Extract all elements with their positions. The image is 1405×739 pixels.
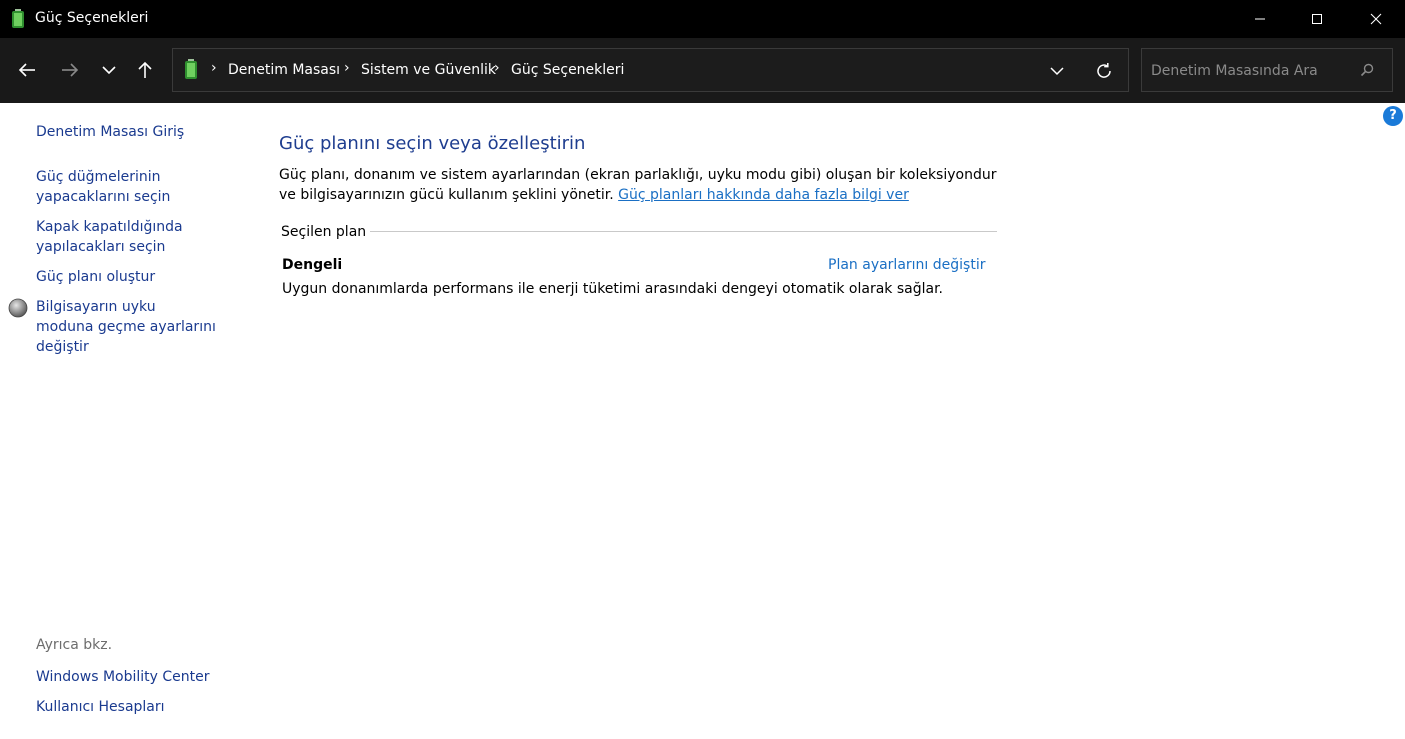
plan-description: Uygun donanımlarda performans ile enerji… [282, 281, 944, 297]
arrow-up-icon [138, 61, 152, 78]
breadcrumb-power-options[interactable]: Güç Seçenekleri [511, 62, 624, 78]
breadcrumb-system-security[interactable]: Sistem ve Güvenlik [361, 62, 496, 78]
search-icon[interactable] [1360, 62, 1374, 81]
moon-icon [8, 298, 28, 322]
minimize-button[interactable] [1237, 0, 1283, 38]
close-icon [1370, 13, 1382, 25]
chevron-down-icon [1050, 67, 1064, 76]
see-also-user-accounts[interactable]: Kullanıcı Hesapları [36, 697, 165, 717]
breadcrumb-separator: › [344, 60, 350, 76]
sidebar-task-power-buttons[interactable]: Güç düğmelerinin yapacaklarını seçin [36, 167, 196, 207]
section-divider [370, 231, 997, 232]
see-also-label: Ayrıca bkz. [36, 637, 113, 653]
address-bar[interactable]: › Denetim Masası › Sistem ve Güvenlik › … [172, 48, 1129, 92]
battery-icon [11, 9, 25, 33]
breadcrumb-separator: › [494, 60, 500, 76]
chevron-down-icon [102, 66, 116, 75]
control-panel-home-link[interactable]: Denetim Masası Giriş [36, 122, 184, 142]
help-icon[interactable]: ? [1383, 106, 1403, 126]
sidebar-task-create-plan[interactable]: Güç planı oluştur [36, 267, 155, 287]
arrow-left-icon [18, 63, 35, 77]
address-history-button[interactable] [1045, 59, 1069, 83]
search-input[interactable] [1151, 61, 1351, 81]
change-plan-settings-link[interactable]: Plan ayarlarını değiştir [828, 257, 985, 273]
learn-more-link[interactable]: Güç planları hakkında daha fazla bilgi v… [618, 187, 909, 203]
navigation-bar: › Denetim Masası › Sistem ve Güvenlik › … [0, 38, 1405, 103]
page-description: Güç planı, donanım ve sistem ayarlarında… [279, 165, 999, 205]
plan-name: Dengeli [282, 257, 343, 273]
breadcrumb-separator: › [211, 60, 217, 76]
page-title: Güç planını seçin veya özelleştirin [279, 133, 586, 154]
maximize-button[interactable] [1294, 0, 1340, 38]
sidebar-task-lid-close[interactable]: Kapak kapatıldığında yapılacakları seçin [36, 217, 196, 257]
refresh-icon [1097, 63, 1111, 78]
selected-plan-label: Seçilen plan [281, 224, 367, 240]
refresh-button[interactable] [1092, 59, 1116, 83]
close-button[interactable] [1353, 0, 1399, 38]
up-button[interactable] [129, 54, 161, 86]
breadcrumb-control-panel[interactable]: Denetim Masası [228, 62, 340, 78]
maximize-icon [1312, 14, 1322, 24]
recent-locations-button[interactable] [93, 54, 125, 86]
search-box[interactable] [1141, 48, 1393, 92]
forward-button[interactable] [54, 54, 86, 86]
battery-icon [184, 59, 198, 85]
window-title: Güç Seçenekleri [35, 10, 149, 26]
see-also-mobility-center[interactable]: Windows Mobility Center [36, 667, 210, 687]
minimize-icon [1255, 18, 1265, 20]
sidebar-task-sleep-settings[interactable]: Bilgisayarın uyku moduna geçme ayarların… [36, 297, 216, 357]
title-bar: Güç Seçenekleri [0, 0, 1405, 38]
back-button[interactable] [11, 54, 43, 86]
arrow-right-icon [62, 63, 79, 77]
